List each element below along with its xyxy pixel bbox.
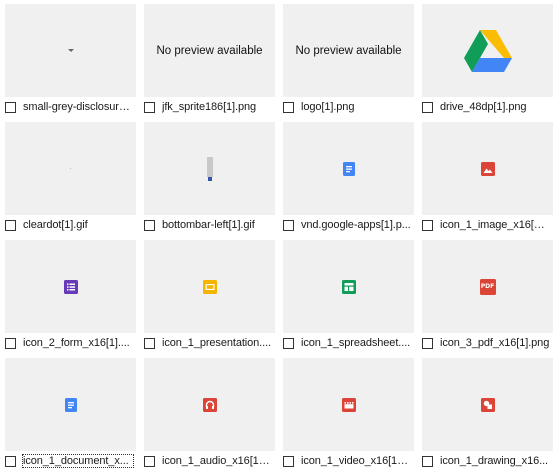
file-tile[interactable]: PDF icon_3_pdf_x16[1].png xyxy=(422,240,553,350)
google-sheets-icon xyxy=(341,279,356,294)
disclosure-chevron-icon xyxy=(67,48,74,52)
file-tile[interactable]: icon_1_image_x16[1].... xyxy=(422,122,553,232)
thumbnail-preview[interactable] xyxy=(283,122,414,215)
file-tile[interactable]: icon_1_video_x16[1].... xyxy=(283,358,414,468)
select-checkbox[interactable] xyxy=(5,219,16,231)
select-checkbox[interactable] xyxy=(5,455,16,467)
pdf-icon-label: PDF xyxy=(480,282,495,290)
google-slides-icon xyxy=(202,279,217,294)
select-checkbox[interactable] xyxy=(5,337,16,349)
file-tile[interactable]: icon_1_audio_x16[1].... xyxy=(144,358,275,468)
file-name: small-grey-disclosure-... xyxy=(23,101,133,113)
thumbnail-preview[interactable]: PDF xyxy=(422,240,553,333)
bottombar-image xyxy=(206,156,213,181)
video-file-icon xyxy=(341,397,356,412)
thumbnail-preview[interactable] xyxy=(144,358,275,451)
google-docs-icon xyxy=(64,397,77,412)
select-checkbox[interactable] xyxy=(422,219,433,231)
file-tile[interactable]: No preview available logo[1].png xyxy=(283,4,414,114)
file-name: icon_1_video_x16[1].... xyxy=(301,455,411,467)
thumbnail-preview[interactable] xyxy=(422,358,553,451)
file-tile[interactable]: drive_48dp[1].png xyxy=(422,4,553,114)
google-drive-icon xyxy=(463,29,512,72)
no-preview-text: No preview available xyxy=(295,44,402,57)
file-name: icon_3_pdf_x16[1].png xyxy=(440,337,550,349)
google-drawings-icon xyxy=(480,397,495,412)
thumbnail-preview[interactable] xyxy=(5,240,136,333)
file-tile[interactable]: vnd.google-apps[1].p... xyxy=(283,122,414,232)
google-docs-icon xyxy=(342,161,355,176)
thumbnail-preview[interactable] xyxy=(144,122,275,215)
select-checkbox[interactable] xyxy=(144,219,155,231)
file-tile[interactable]: icon_1_presentation.... xyxy=(144,240,275,350)
thumbnail-preview[interactable] xyxy=(422,122,553,215)
file-name: bottombar-left[1].gif xyxy=(162,219,255,231)
file-name: vnd.google-apps[1].p... xyxy=(301,219,411,231)
file-tile[interactable]: small-grey-disclosure-... xyxy=(5,4,136,114)
thumbnail-preview[interactable] xyxy=(5,122,136,215)
select-checkbox[interactable] xyxy=(144,455,155,467)
file-tile[interactable]: icon_1_spreadsheet.... xyxy=(283,240,414,350)
google-forms-icon xyxy=(63,279,78,294)
thumbnail-preview[interactable] xyxy=(422,4,553,97)
select-checkbox[interactable] xyxy=(283,455,294,467)
file-name: cleardot[1].gif xyxy=(23,219,88,231)
file-name: icon_2_form_x16[1].... xyxy=(23,337,130,349)
thumbnail-preview[interactable] xyxy=(283,240,414,333)
file-name: icon_1_drawing_x16... xyxy=(440,455,548,467)
file-tile[interactable]: No preview available jfk_sprite186[1].pn… xyxy=(144,4,275,114)
thumbnail-grid: small-grey-disclosure-... No preview ava… xyxy=(0,0,557,470)
select-checkbox[interactable] xyxy=(422,337,433,349)
select-checkbox[interactable] xyxy=(5,101,16,113)
select-checkbox[interactable] xyxy=(422,455,433,467)
file-tile[interactable]: icon_2_form_x16[1].... xyxy=(5,240,136,350)
select-checkbox[interactable] xyxy=(422,101,433,113)
thumbnail-preview[interactable] xyxy=(144,240,275,333)
thumbnail-preview[interactable] xyxy=(5,358,136,451)
file-tile[interactable]: icon_1_document_x... xyxy=(5,358,136,468)
select-checkbox[interactable] xyxy=(144,337,155,349)
select-checkbox[interactable] xyxy=(144,101,155,113)
file-name: icon_1_presentation.... xyxy=(162,337,272,349)
select-checkbox[interactable] xyxy=(283,337,294,349)
pdf-icon: PDF xyxy=(479,278,496,295)
audio-file-icon xyxy=(202,397,217,412)
thumbnail-preview[interactable] xyxy=(283,358,414,451)
file-name: icon_1_document_x... xyxy=(22,454,134,468)
file-tile[interactable]: bottombar-left[1].gif xyxy=(144,122,275,232)
thumbnail-preview[interactable]: No preview available xyxy=(144,4,275,97)
file-name: jfk_sprite186[1].png xyxy=(162,101,257,113)
select-checkbox[interactable] xyxy=(283,219,294,231)
file-name: icon_1_spreadsheet.... xyxy=(301,337,411,349)
no-preview-text: No preview available xyxy=(156,44,263,57)
file-name: logo[1].png xyxy=(301,101,355,113)
image-file-icon xyxy=(480,161,495,176)
thumbnail-preview[interactable]: No preview available xyxy=(283,4,414,97)
file-name: icon_1_image_x16[1].... xyxy=(440,219,550,231)
file-name: icon_1_audio_x16[1].... xyxy=(162,455,272,467)
file-tile[interactable]: icon_1_drawing_x16... xyxy=(422,358,553,468)
file-name: drive_48dp[1].png xyxy=(440,101,527,113)
thumbnail-preview[interactable] xyxy=(5,4,136,97)
file-tile[interactable]: cleardot[1].gif xyxy=(5,122,136,232)
clear-dot-image xyxy=(70,168,71,169)
select-checkbox[interactable] xyxy=(283,101,294,113)
